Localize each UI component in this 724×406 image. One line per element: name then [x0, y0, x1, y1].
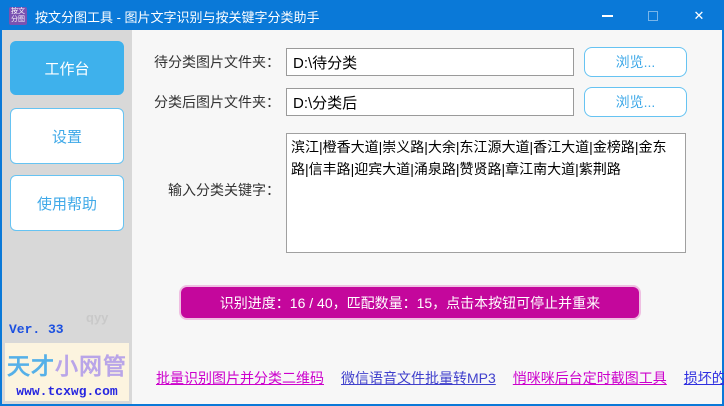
- version-label: Ver. 33: [9, 322, 64, 337]
- titlebar: 按文 分图 按文分图工具 - 图片文字识别与按关键字分类助手 ✕: [2, 2, 722, 30]
- app-icon-text-top: 按文: [11, 8, 25, 16]
- close-button[interactable]: ✕: [676, 2, 722, 30]
- dest-folder-label: 分类后图片文件夹：: [140, 92, 280, 112]
- main-panel: 待分类图片文件夹： 浏览... 分类后图片文件夹： 浏览... 输入分类关键字：…: [132, 30, 722, 404]
- sidebar-item-help[interactable]: 使用帮助: [10, 175, 124, 231]
- vendor-url: www.tcxwg.com: [5, 384, 129, 399]
- app-icon: 按文 分图: [9, 7, 27, 25]
- sidebar-item-workbench[interactable]: 工作台: [10, 41, 124, 95]
- progress-stop-button[interactable]: 识别进度：16 / 40，匹配数量：15，点击本按钮可停止并重来: [181, 287, 639, 318]
- link-batch-qrcode[interactable]: 批量识别图片并分类二维码: [156, 368, 324, 388]
- app-window: 按文 分图 按文分图工具 - 图片文字识别与按关键字分类助手 ✕ 工作台 设置 …: [0, 0, 724, 406]
- close-icon: ✕: [694, 8, 705, 24]
- app-icon-text-bottom: 分图: [11, 16, 25, 24]
- source-folder-input[interactable]: [286, 48, 574, 76]
- minimize-icon: [602, 15, 613, 17]
- maximize-button[interactable]: [630, 2, 676, 30]
- keywords-textarea[interactable]: 滨江|橙香大道|崇义路|大余|东江源大道|香江大道|金榜路|金东路|信丰路|迎宾…: [286, 133, 686, 253]
- link-video-repair[interactable]: 损坏的视频修复: [684, 368, 724, 388]
- sidebar: 工作台 设置 使用帮助 qyy Ver. 33 天才小网管 www.tcxwg.…: [2, 30, 132, 404]
- dest-folder-input[interactable]: [286, 88, 574, 116]
- source-browse-button[interactable]: 浏览...: [584, 47, 687, 77]
- dest-browse-button[interactable]: 浏览...: [584, 87, 687, 117]
- watermark: qyy: [86, 310, 108, 325]
- link-background-screenshot[interactable]: 悄咪咪后台定时截图工具: [513, 368, 667, 388]
- vendor-logo-banner[interactable]: 天才小网管 www.tcxwg.com: [5, 343, 129, 401]
- footer-links: 批量识别图片并分类二维码 微信语音文件批量转MP3 悄咪咪后台定时截图工具 损坏…: [156, 368, 716, 388]
- window-controls: ✕: [584, 2, 722, 30]
- sidebar-item-settings[interactable]: 设置: [10, 108, 124, 164]
- source-folder-label: 待分类图片文件夹：: [140, 52, 280, 72]
- maximize-icon: [648, 11, 658, 21]
- keywords-label: 输入分类关键字：: [140, 180, 280, 200]
- minimize-button[interactable]: [584, 2, 630, 30]
- link-wechat-voice-mp3[interactable]: 微信语音文件批量转MP3: [341, 368, 496, 388]
- window-title: 按文分图工具 - 图片文字识别与按关键字分类助手: [35, 7, 320, 26]
- vendor-brand: 天才小网管: [5, 347, 129, 381]
